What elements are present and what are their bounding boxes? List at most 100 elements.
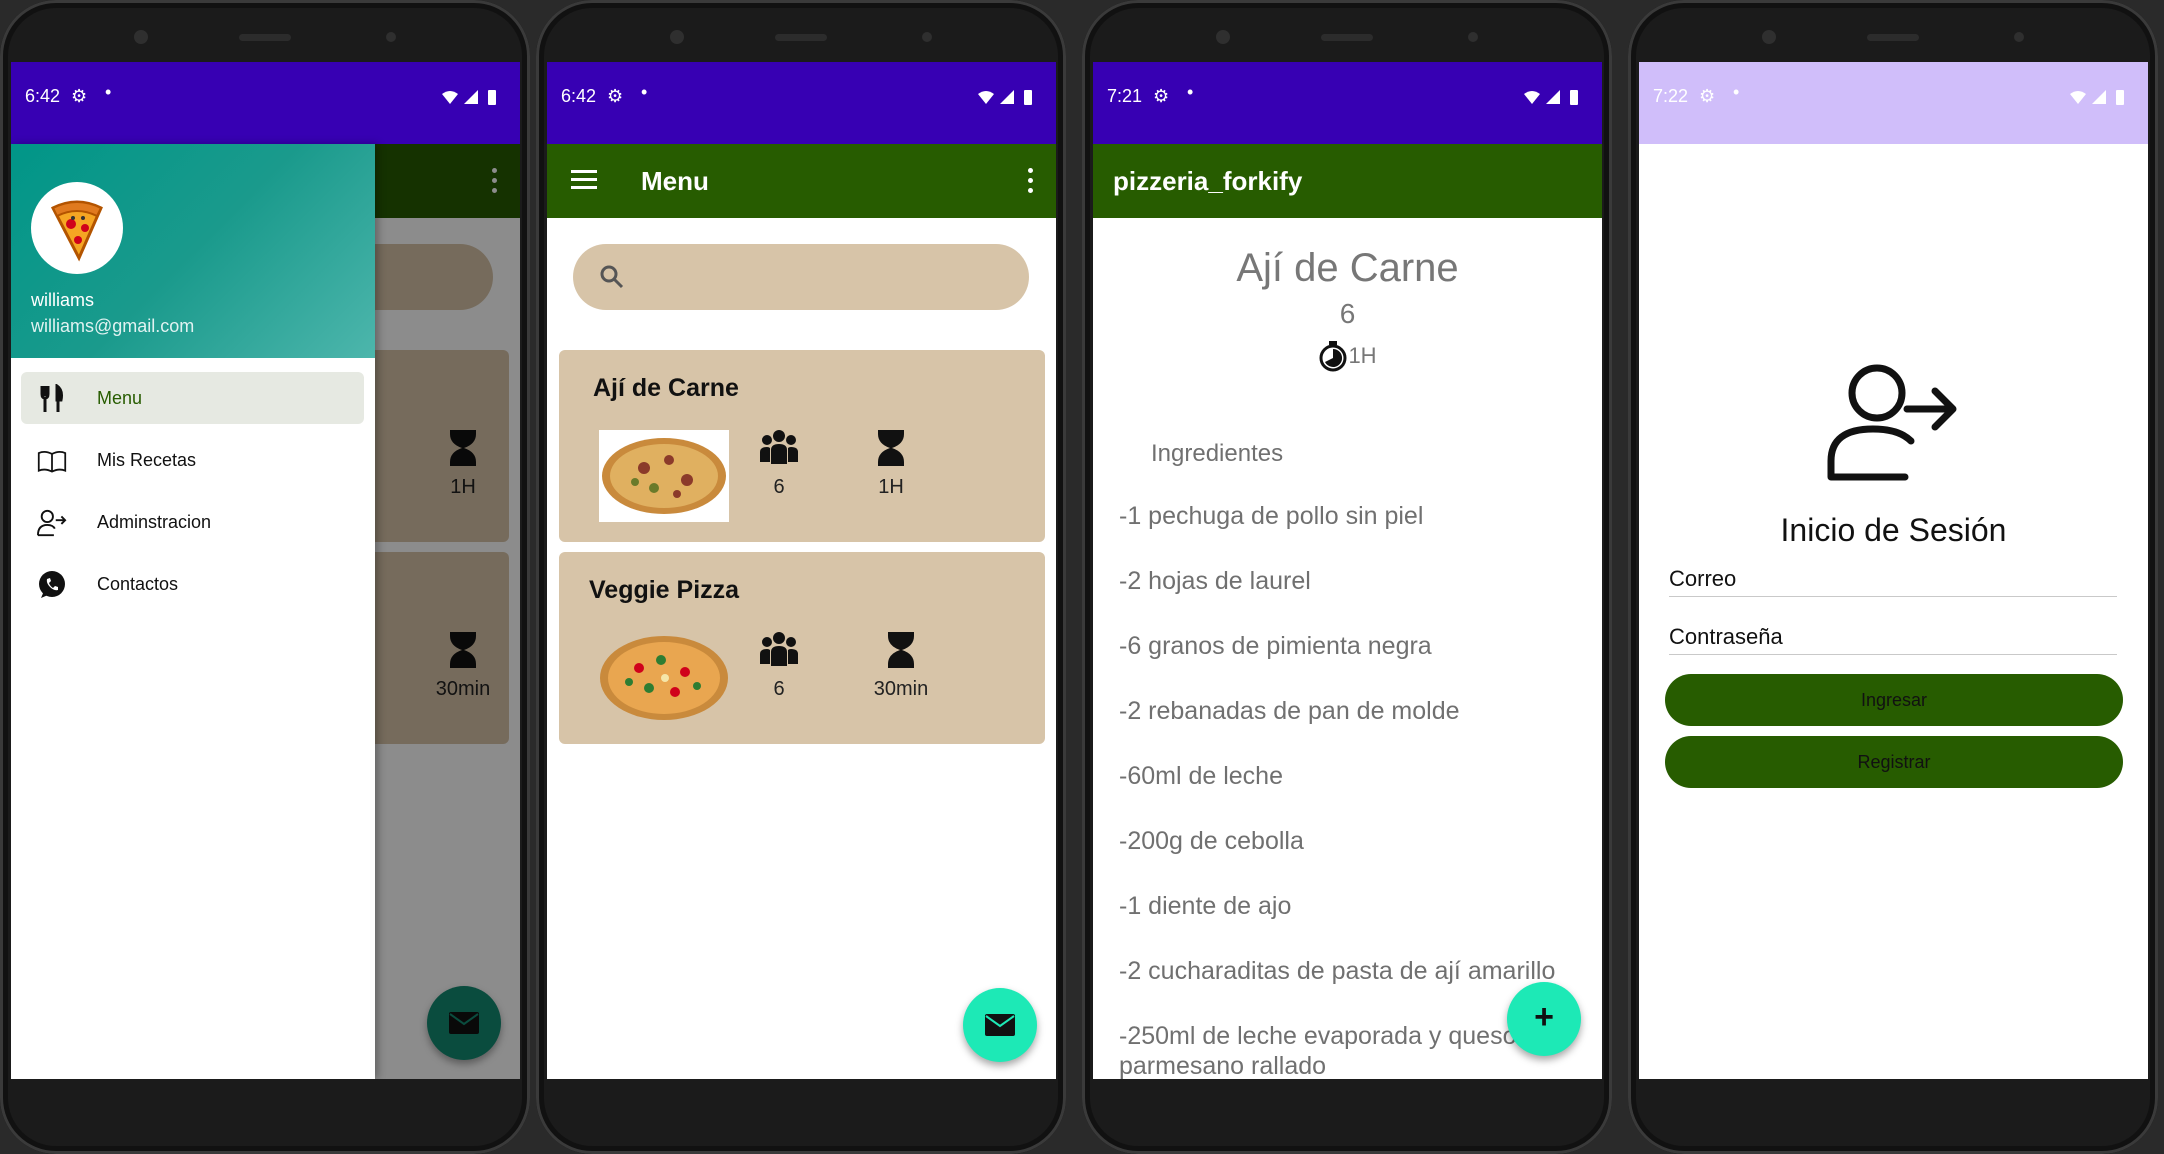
drawer-item-adminstracion[interactable]: Adminstracion <box>21 496 364 548</box>
front-camera <box>1762 30 1776 44</box>
time-value: 1H <box>1348 343 1377 368</box>
front-camera <box>670 30 684 44</box>
ingredient-item: -60ml de leche <box>1119 762 1283 790</box>
login-user-icon <box>1827 364 1957 481</box>
email-field[interactable]: Correo <box>1669 562 2117 597</box>
recipe-card[interactable]: Ají de Carne 6 1H <box>559 350 1045 542</box>
ingredients-heading: Ingredientes <box>1151 440 1284 467</box>
front-camera <box>134 30 148 44</box>
utensils-icon <box>40 384 63 412</box>
status-time: 6:42 <box>561 86 597 106</box>
status-time: 7:21 <box>1107 86 1143 106</box>
ingredient-item: -250ml de leche evaporada y queso <box>1119 1022 1517 1050</box>
navigation-drawer: williams williams@gmail.com Menu Mis Rec… <box>11 144 375 1079</box>
time-stat: 1H <box>851 428 931 499</box>
settings-icon: ⚙ <box>71 86 88 106</box>
status-bar: 7:22 ⚙ • <box>1639 62 2148 144</box>
recipe-name: Ají de Carne <box>1236 246 1459 290</box>
people-icon <box>760 632 798 666</box>
notification-dot-icon: • <box>1187 82 1194 102</box>
avatar <box>31 182 123 274</box>
email-icon <box>985 1014 1015 1036</box>
notification-dot-icon: • <box>641 82 648 102</box>
app-bar-title: pizzeria_forkify <box>1113 166 1303 196</box>
drawer-item-label: Contactos <box>97 574 179 594</box>
servings-value: 6 <box>773 476 785 498</box>
login-button[interactable]: Ingresar <box>1665 674 2123 726</box>
servings-stat: 6 <box>739 428 819 499</box>
email-label: Correo <box>1669 566 1737 591</box>
search-icon <box>600 265 624 289</box>
status-time: 7:22 <box>1653 86 1689 106</box>
login-title: Inicio de Sesión <box>1780 512 2007 548</box>
proximity-sensor <box>1468 32 1478 42</box>
ingredient-item: -2 hojas de laurel <box>1119 567 1311 595</box>
notification-dot-icon: • <box>105 82 112 102</box>
password-field[interactable]: Contraseña <box>1669 620 2117 655</box>
hourglass-icon <box>878 430 904 466</box>
settings-icon: ⚙ <box>1153 86 1170 106</box>
timer-icon <box>1319 341 1347 372</box>
screen: 6:42 ⚙ • 1H 30min williams williams@gmai… <box>11 62 520 1079</box>
drawer-item-menu[interactable]: Menu <box>21 372 364 424</box>
phone-drawer: 6:42 ⚙ • 1H 30min williams williams@gmai… <box>0 0 530 1154</box>
ingredient-item: -1 pechuga de pollo sin piel <box>1119 502 1424 530</box>
whatsapp-icon <box>39 571 65 598</box>
pizza-image <box>599 430 729 522</box>
time-value: 1H <box>878 476 904 498</box>
drawer-item-mis-recetas[interactable]: Mis Recetas <box>21 434 364 486</box>
login-icon <box>37 509 67 537</box>
proximity-sensor <box>386 32 396 42</box>
app-bar: pizzeria_forkify <box>1093 144 1602 218</box>
servings-value: 6 <box>1339 298 1356 329</box>
speaker-grille <box>1867 34 1919 41</box>
recipe-name: Ají de Carne <box>593 374 739 402</box>
settings-icon: ⚙ <box>1699 86 1716 106</box>
system-status-icons <box>442 90 496 105</box>
drawer-item-label: Menu <box>97 388 143 408</box>
status-bar: 6:42 ⚙ • <box>11 62 520 144</box>
phone-login: 7:22 ⚙ • Inicio de Sesión Correo Contras… <box>1628 0 2158 1154</box>
password-label: Contraseña <box>1669 624 1783 649</box>
register-button[interactable]: Registrar <box>1665 736 2123 788</box>
hourglass-icon <box>888 632 914 668</box>
phone-menu: 6:42 ⚙ • Menu Ají de Carne 6 1H Veggie P… <box>536 0 1066 1154</box>
hamburger-menu-icon[interactable] <box>571 170 597 190</box>
search-input[interactable] <box>573 244 1029 310</box>
overflow-menu-icon[interactable] <box>1028 168 1034 198</box>
proximity-sensor <box>922 32 932 42</box>
settings-icon: ⚙ <box>607 86 624 106</box>
book-icon <box>37 451 67 473</box>
drawer-header: williams williams@gmail.com <box>11 144 375 358</box>
speaker-grille <box>775 34 827 41</box>
pizza-image <box>600 636 728 720</box>
drawer-item-contactos[interactable]: Contactos <box>21 558 364 610</box>
system-status-icons <box>1524 90 1578 105</box>
system-status-icons <box>978 90 1032 105</box>
ingredient-item: -200g de cebolla <box>1119 827 1304 855</box>
user-name: williams <box>31 290 94 310</box>
add-fab[interactable]: + <box>1507 982 1581 1056</box>
ingredient-item: -2 rebanadas de pan de molde <box>1119 697 1460 725</box>
screen: 6:42 ⚙ • Menu Ají de Carne 6 1H Veggie P… <box>547 62 1056 1079</box>
app-bar: Menu <box>547 144 1056 218</box>
system-status-icons <box>2070 90 2124 105</box>
email-fab[interactable] <box>963 988 1037 1062</box>
drawer-item-label: Adminstracion <box>97 512 212 532</box>
status-bar: 7:21 ⚙ • <box>1093 62 1602 144</box>
speaker-grille <box>239 34 291 41</box>
proximity-sensor <box>2014 32 2024 42</box>
ingredient-item: parmesano rallado <box>1119 1052 1327 1079</box>
screen: 7:21 ⚙ • pizzeria_forkify Ají de Carne 6… <box>1093 62 1602 1079</box>
notification-dot-icon: • <box>1733 82 1740 102</box>
time-value: 30min <box>873 678 929 700</box>
app-bar-title: Menu <box>641 166 709 196</box>
recipe-card[interactable]: Veggie Pizza 6 30min <box>559 552 1045 744</box>
people-icon <box>760 430 798 464</box>
pizza-avatar-icon <box>50 200 103 262</box>
speaker-grille <box>1321 34 1373 41</box>
status-time: 6:42 <box>25 86 61 106</box>
ingredient-item: -6 granos de pimienta negra <box>1119 632 1432 660</box>
user-email: williams@gmail.com <box>31 316 195 336</box>
servings-stat: 6 <box>739 630 819 701</box>
